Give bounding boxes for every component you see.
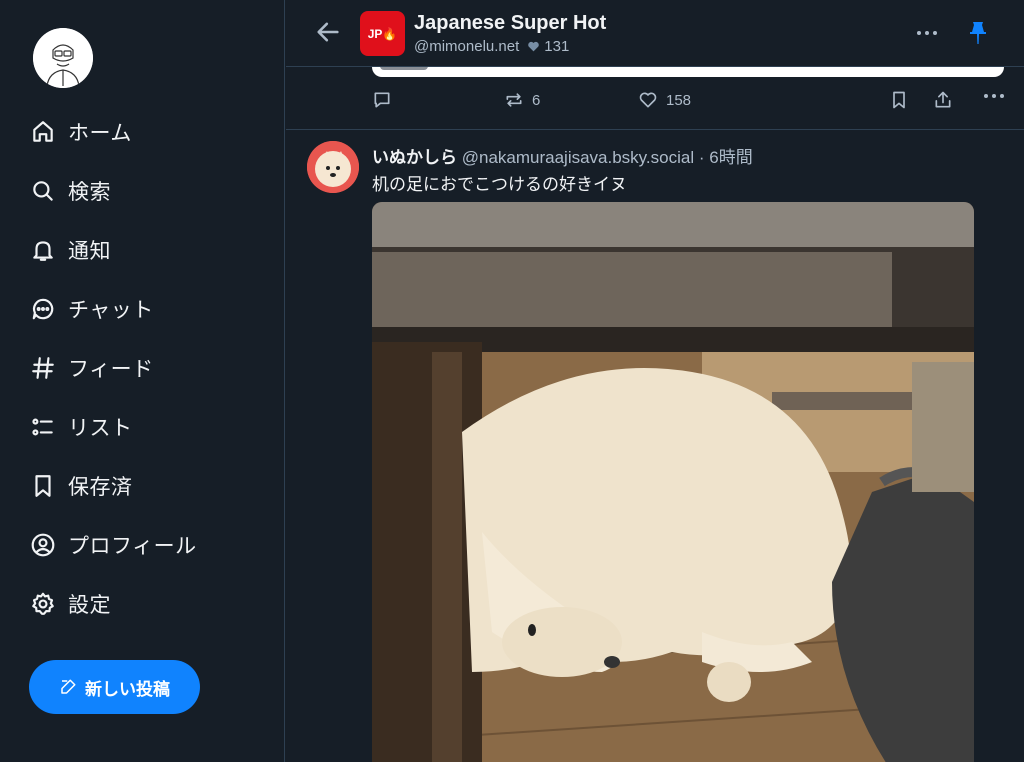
post-more-button[interactable] bbox=[976, 94, 1004, 98]
like-button[interactable]: 158 bbox=[638, 90, 691, 110]
post-divider bbox=[286, 129, 1024, 130]
repost-icon bbox=[506, 93, 522, 107]
nav-chat[interactable]: チャット bbox=[28, 279, 268, 338]
user-avatar[interactable] bbox=[33, 28, 93, 88]
nav-feeds[interactable]: フィード bbox=[28, 338, 268, 397]
previous-post-actions: 6 158 bbox=[372, 90, 1004, 114]
feed-avatar-text: JP🔥 bbox=[367, 26, 398, 41]
post-image[interactable] bbox=[372, 202, 974, 762]
reply-button[interactable] bbox=[372, 90, 392, 110]
ellipsis-icon bbox=[984, 94, 1004, 98]
arrow-left-icon bbox=[317, 22, 339, 42]
post-time[interactable]: 6時間 bbox=[709, 148, 752, 167]
nav-label-home: ホーム bbox=[68, 121, 132, 145]
post-text: 机の足におでこつけるの好きイヌ bbox=[372, 175, 627, 194]
nav-notifications[interactable]: 通知 bbox=[28, 220, 268, 279]
hash-icon bbox=[28, 353, 58, 383]
edit-icon bbox=[61, 679, 76, 694]
repost-button[interactable]: 6 bbox=[504, 90, 540, 110]
nav-label-search: 検索 bbox=[68, 180, 111, 204]
search-icon bbox=[28, 176, 58, 206]
feed-header: JP🔥 Japanese Super Hot @mimonelu.net 131 bbox=[286, 0, 1024, 67]
nav-label-saved: 保存済 bbox=[68, 475, 133, 499]
nav-label-profile: プロフィール bbox=[68, 534, 197, 558]
heart-outline-icon bbox=[639, 92, 657, 108]
nav-label-feeds: フィード bbox=[68, 357, 154, 381]
feed-like-count: 131 bbox=[544, 38, 570, 55]
bookmark-button[interactable] bbox=[889, 90, 909, 110]
feed-title: Japanese Super Hot bbox=[414, 12, 607, 34]
feed-more-button[interactable] bbox=[912, 20, 942, 46]
main-navigation: ホーム 検索 通知 チャット フィード リスト 保存済 プロフィール 設定 bbox=[28, 102, 268, 633]
feed-handle[interactable]: @mimonelu.net bbox=[414, 38, 519, 55]
gear-icon bbox=[28, 589, 58, 619]
nav-label-chat: チャット bbox=[68, 298, 154, 322]
post-author-avatar[interactable] bbox=[307, 141, 359, 193]
back-button[interactable] bbox=[314, 18, 344, 48]
meta-separator: · bbox=[698, 148, 705, 167]
bookmark-icon bbox=[28, 471, 58, 501]
heart-icon bbox=[528, 41, 540, 52]
nav-home[interactable]: ホーム bbox=[28, 102, 268, 161]
nav-label-notifications: 通知 bbox=[68, 239, 111, 263]
pin-icon bbox=[970, 22, 986, 44]
nav-lists[interactable]: リスト bbox=[28, 397, 268, 456]
pin-feed-button[interactable] bbox=[966, 20, 992, 48]
share-button[interactable] bbox=[933, 90, 953, 110]
post-header: いぬかしら @nakamuraajisava.bsky.social · 6時間 bbox=[372, 143, 753, 168]
nav-profile[interactable]: プロフィール bbox=[28, 515, 268, 574]
share-icon bbox=[935, 91, 951, 108]
feed-avatar[interactable]: JP🔥 bbox=[360, 11, 405, 56]
chat-icon bbox=[28, 294, 58, 324]
new-post-button[interactable]: 新しい投稿 bbox=[29, 660, 200, 714]
new-post-label: 新しい投稿 bbox=[85, 679, 170, 699]
profile-icon bbox=[28, 530, 58, 560]
nav-saved[interactable]: 保存済 bbox=[28, 456, 268, 515]
home-icon bbox=[28, 117, 58, 147]
author-handle[interactable]: @nakamuraajisava.bsky.social bbox=[462, 148, 694, 167]
author-name[interactable]: いぬかしら bbox=[372, 148, 457, 167]
list-icon bbox=[28, 412, 58, 442]
nav-settings[interactable]: 設定 bbox=[28, 574, 268, 633]
main-column: JP🔥 Japanese Super Hot @mimonelu.net 131… bbox=[286, 0, 1024, 762]
nav-search[interactable]: 検索 bbox=[28, 161, 268, 220]
comment-icon bbox=[374, 92, 390, 108]
nav-label-settings: 設定 bbox=[68, 593, 111, 617]
ellipsis-icon bbox=[917, 31, 937, 35]
like-count: 158 bbox=[666, 91, 692, 109]
feed-meta: @mimonelu.net 131 bbox=[414, 38, 569, 55]
bell-icon bbox=[28, 235, 58, 265]
left-sidebar: ホーム 検索 通知 チャット フィード リスト 保存済 プロフィール 設定 新し… bbox=[0, 0, 285, 762]
repost-count: 6 bbox=[532, 91, 541, 109]
bookmark-outline-icon bbox=[893, 91, 905, 109]
nav-label-lists: リスト bbox=[68, 416, 133, 440]
